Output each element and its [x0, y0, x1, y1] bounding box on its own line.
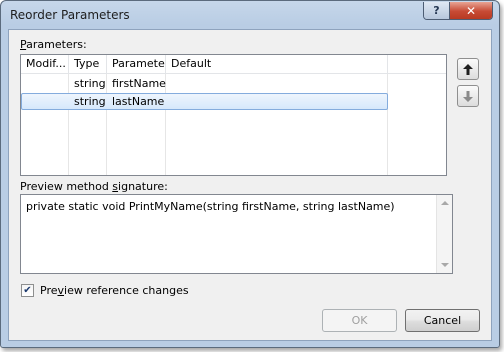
cell-default	[166, 94, 387, 111]
cell-parameter: firstName	[112, 77, 166, 90]
parameter-row-lastname[interactable]: string lastName	[21, 93, 388, 110]
cell-type: string	[74, 77, 106, 90]
preview-signature-label: Preview method signature:	[20, 180, 168, 193]
preview-scrollbar[interactable]	[436, 195, 452, 273]
close-button[interactable]: ✕	[450, 2, 492, 19]
reorder-parameters-dialog: Reorder Parameters ? ✕ Parameters: Modif…	[0, 0, 500, 348]
title-buttons: ? ✕	[423, 2, 493, 20]
arrow-down-icon	[463, 90, 473, 102]
move-up-button[interactable]	[457, 58, 479, 80]
ok-button[interactable]: OK	[322, 309, 397, 332]
help-button[interactable]: ?	[424, 2, 450, 19]
parameters-label: Parameters:	[20, 38, 87, 51]
title-bar[interactable]: Reorder Parameters ? ✕	[1, 1, 499, 29]
column-header-type[interactable]: Type	[69, 55, 107, 74]
grid-header: Modif... Type Parameter Default	[21, 55, 446, 74]
scroll-down-arrow-icon[interactable]	[441, 263, 449, 267]
cell-type: string	[74, 95, 106, 108]
signature-preview-box[interactable]: private static void PrintMyName(string f…	[20, 194, 453, 274]
parameter-row-firstname[interactable]: string firstName	[21, 76, 388, 93]
cancel-button[interactable]: Cancel	[405, 309, 480, 332]
cell-default	[166, 76, 388, 93]
scroll-up-arrow-icon[interactable]	[441, 201, 449, 205]
column-header-default[interactable]: Default	[166, 55, 388, 74]
cell-parameter: lastName	[112, 95, 165, 108]
signature-text: private static void PrintMyName(string f…	[26, 200, 395, 213]
preview-changes-label[interactable]: Preview reference changes	[40, 284, 189, 297]
cell-modifier	[21, 76, 69, 93]
dialog-client-area: Parameters: Modif... Type Parameter Defa…	[8, 29, 492, 341]
help-icon: ?	[433, 4, 440, 17]
move-down-button[interactable]	[457, 85, 479, 107]
checkmark-icon: ✔	[23, 284, 32, 296]
preview-changes-checkbox[interactable]: ✔	[21, 284, 34, 297]
cell-modifier	[22, 94, 69, 111]
dialog-title: Reorder Parameters	[10, 8, 130, 22]
parameters-grid[interactable]: Modif... Type Parameter Default string f…	[20, 54, 447, 176]
column-header-modifier[interactable]: Modif...	[21, 55, 69, 74]
close-icon: ✕	[465, 3, 477, 18]
column-header-parameter[interactable]: Parameter	[107, 55, 166, 74]
arrow-up-icon	[463, 63, 473, 75]
